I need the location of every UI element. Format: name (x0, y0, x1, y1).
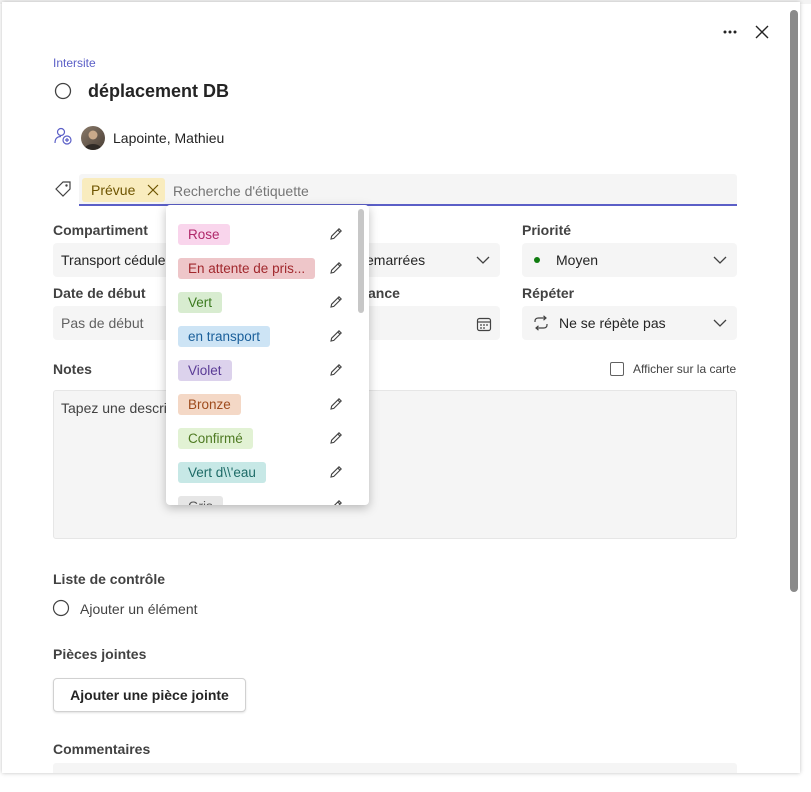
label-search-field: Prévue (79, 174, 737, 206)
complete-task-radio[interactable] (54, 82, 72, 100)
pencil-icon (330, 364, 342, 376)
label-option[interactable]: Vert (178, 289, 354, 315)
add-attachment-button[interactable]: Ajouter une pièce jointe (53, 678, 246, 712)
label-option-chip: Confirmé (178, 427, 253, 449)
edit-label-button[interactable] (328, 328, 344, 349)
checklist-label: Liste de contrôle (53, 571, 166, 587)
bucket-value: Transport cédulez (61, 252, 173, 268)
repeat-label: Répéter (522, 285, 575, 301)
priority-dot-icon (534, 257, 540, 263)
edit-label-button[interactable] (328, 396, 344, 417)
label-option[interactable]: Vert d\\'eau (178, 459, 354, 485)
priority-label: Priorité (522, 222, 572, 238)
edit-label-button[interactable] (328, 260, 344, 281)
label-option[interactable]: Gris (178, 493, 354, 505)
label-option-chip: Bronze (178, 393, 241, 415)
label-option-chip: Vert (178, 291, 223, 313)
progress-select[interactable]: emarrées (354, 243, 500, 277)
notes-label: Notes (53, 361, 92, 377)
label-option[interactable]: En attente de pris... (178, 255, 354, 281)
edit-label-button[interactable] (328, 294, 344, 315)
circle-icon (54, 82, 72, 100)
pencil-icon (330, 262, 342, 274)
show-on-card-label: Afficher sur la carte (633, 362, 737, 376)
repeat-icon (534, 315, 548, 331)
edit-label-button[interactable] (328, 226, 344, 247)
plan-name[interactable]: Intersite (53, 56, 96, 70)
chevron-down-icon (713, 319, 727, 327)
label-option-chip: En attente de pris... (178, 257, 316, 279)
add-checklist-item[interactable]: Ajouter un élément (80, 601, 198, 617)
pencil-icon (334, 500, 342, 505)
label-option[interactable]: Confirmé (178, 425, 354, 451)
due-date-label: ance (368, 285, 400, 301)
chevron-down-icon (476, 256, 490, 264)
calendar-icon[interactable] (476, 316, 492, 332)
label-search-input[interactable] (171, 178, 595, 204)
start-date-placeholder: Pas de début (61, 315, 144, 331)
close-button[interactable] (752, 22, 772, 42)
comment-input[interactable] (53, 763, 737, 773)
label-dropdown: Rose En attente de pris... Vert en transpor… (166, 205, 369, 505)
pencil-icon (330, 228, 342, 240)
assign-button[interactable] (53, 126, 73, 146)
applied-label-chip: Prévue (82, 178, 166, 202)
bucket-label: Compartiment (53, 222, 148, 238)
checklist-add-radio[interactable] (52, 599, 70, 617)
pencil-icon (330, 398, 342, 410)
pencil-icon (330, 466, 342, 478)
label-option-chip: Gris (178, 495, 223, 505)
pencil-icon (330, 296, 342, 308)
notes-textarea[interactable]: Tapez une descrip (53, 390, 737, 539)
more-icon (723, 30, 737, 34)
start-date-label: Date de début (53, 285, 146, 301)
label-option[interactable]: en transport (178, 323, 354, 349)
checkbox[interactable] (610, 362, 624, 376)
show-on-card-toggle[interactable]: Afficher sur la carte (610, 362, 736, 376)
priority-value: Moyen (556, 252, 599, 268)
edit-label-button[interactable] (328, 362, 344, 383)
repeat-value: Ne se répète pas (559, 315, 666, 331)
label-option-chip: Violet (178, 359, 232, 381)
applied-label-text: Prévue (91, 182, 136, 198)
label-option[interactable]: Rose (178, 221, 354, 247)
dropdown-scrollbar[interactable] (358, 209, 364, 313)
edit-label-button[interactable] (328, 498, 344, 505)
avatar[interactable] (81, 126, 105, 150)
notes-placeholder: Tapez une descrip (61, 400, 175, 416)
priority-select[interactable]: Moyen (522, 243, 737, 277)
circle-icon (52, 599, 70, 617)
repeat-select[interactable]: Ne se répète pas (522, 306, 737, 340)
label-option-chip: Rose (178, 223, 230, 245)
label-option-chip: Vert d\\'eau (178, 461, 266, 483)
add-person-icon (54, 127, 72, 145)
close-icon (755, 25, 769, 39)
label-option-chip: en transport (178, 325, 271, 347)
chevron-down-icon (713, 256, 727, 264)
comments-label: Commentaires (53, 741, 151, 757)
user-photo-icon (84, 130, 102, 150)
label-option[interactable]: Violet (178, 357, 354, 383)
remove-label-button[interactable] (147, 184, 159, 196)
label-option[interactable]: Bronze (178, 391, 354, 417)
assignee-name: Lapointe, Mathieu (113, 130, 225, 146)
more-options-button[interactable] (718, 22, 742, 42)
due-date-field[interactable] (354, 306, 500, 340)
edit-label-button[interactable] (328, 464, 344, 485)
edit-label-button[interactable] (328, 430, 344, 451)
dialog-scrollbar[interactable] (790, 10, 798, 592)
task-title[interactable]: déplacement DB (88, 81, 229, 102)
pencil-icon (330, 432, 342, 444)
attachments-label: Pièces jointes (53, 646, 147, 662)
pencil-icon (330, 330, 342, 342)
progress-value: emarrées (366, 252, 426, 268)
close-icon (147, 184, 159, 196)
task-details-dialog: Intersite déplacement DB Lapointe, Mathi… (2, 2, 800, 773)
label-tag-icon (53, 179, 73, 199)
